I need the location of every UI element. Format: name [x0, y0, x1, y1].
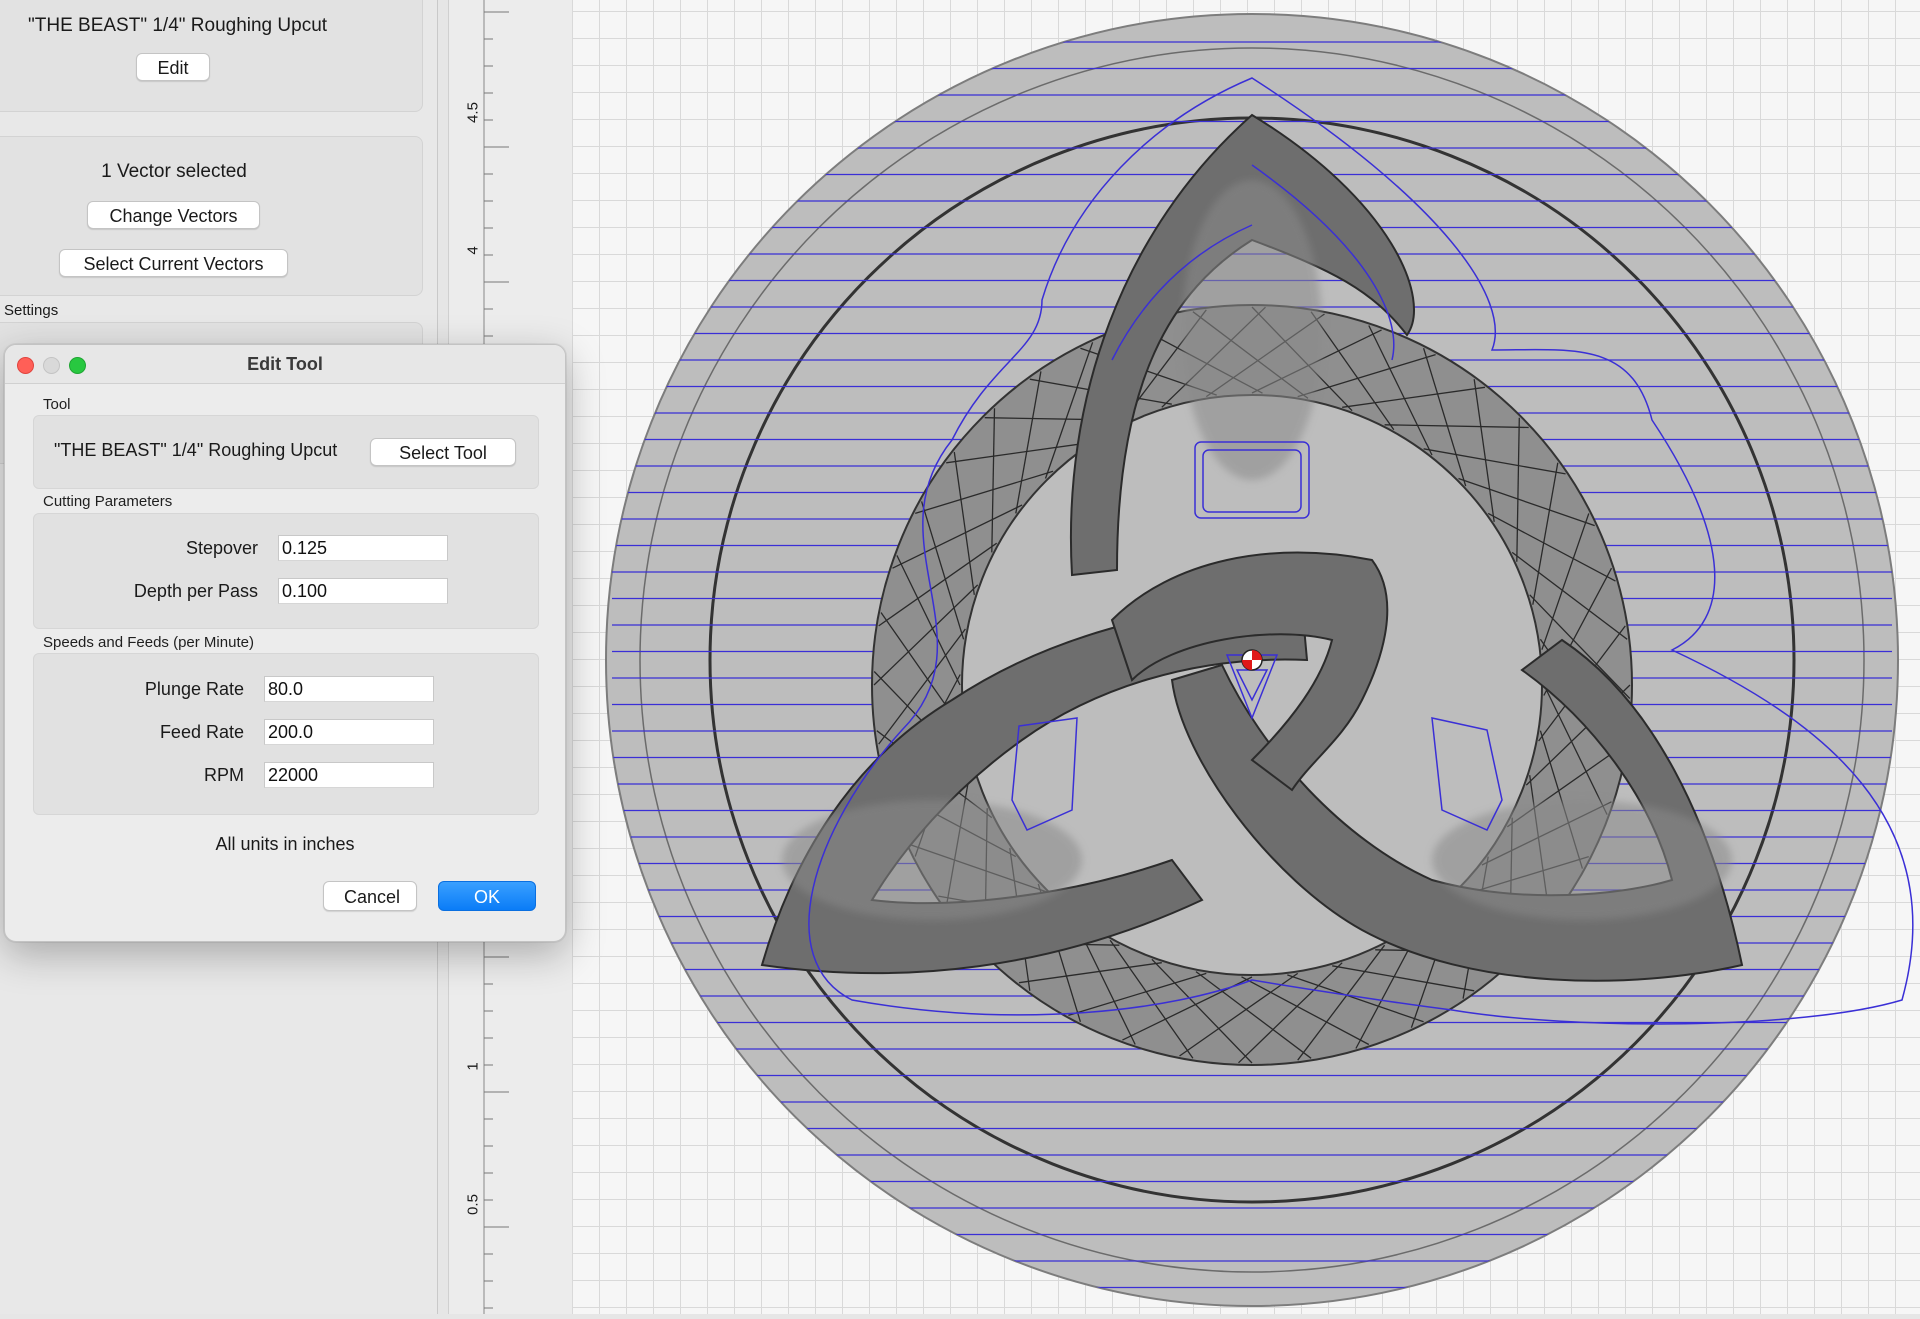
design-canvas[interactable]: [572, 0, 1920, 1314]
feed-rate-label: Feed Rate: [159, 722, 244, 742]
dialog-titlebar[interactable]: Edit Tool: [5, 345, 565, 384]
tool-group: "THE BEAST" 1/4" Roughing Upcut Edit: [0, 0, 423, 112]
depth-per-pass-label: Depth per Pass: [133, 581, 258, 601]
ruler-label-1: 1: [464, 1062, 482, 1071]
speeds-feeds-heading: Speeds and Feeds (per Minute): [43, 634, 254, 651]
cutting-parameters-heading: Cutting Parameters: [43, 493, 173, 510]
stepover-label: Stepover: [185, 538, 258, 558]
cancel-button[interactable]: Cancel: [323, 881, 417, 911]
units-note: All units in inches: [215, 834, 355, 854]
dialog-title: Edit Tool: [247, 354, 323, 374]
cutting-parameters-box: Stepover Depth per Pass: [33, 513, 539, 629]
settings-heading: Settings: [4, 302, 59, 319]
speeds-feeds-box: Plunge Rate Feed Rate RPM: [33, 653, 539, 815]
feed-rate-field[interactable]: [264, 719, 434, 745]
vector-selection-status: 1 Vector selected: [101, 161, 247, 182]
toolpath-preview[interactable]: [572, 0, 1920, 1314]
edit-tool-button[interactable]: Edit: [136, 53, 210, 81]
selected-tool-name: "THE BEAST" 1/4" Roughing Upcut: [54, 440, 338, 460]
ruler-label-4: 4: [464, 246, 482, 255]
depth-per-pass-field[interactable]: [278, 578, 448, 604]
plunge-rate-label: Plunge Rate: [144, 679, 244, 699]
select-current-vectors-button[interactable]: Select Current Vectors: [59, 249, 288, 277]
select-tool-button[interactable]: Select Tool: [370, 438, 516, 466]
sidebar-tool-name: "THE BEAST" 1/4" Roughing Upcut: [28, 15, 328, 36]
edit-tool-dialog: Edit Tool Tool "THE BEAST" 1/4" Roughing…: [4, 344, 566, 942]
ruler-label-0-5: 0.5: [464, 1194, 482, 1215]
tool-section-heading: Tool: [43, 396, 71, 413]
change-vectors-button[interactable]: Change Vectors: [87, 201, 260, 229]
rpm-field[interactable]: [264, 762, 434, 788]
plunge-rate-field[interactable]: [264, 676, 434, 702]
ruler-label-4-5: 4.5: [464, 102, 482, 123]
rpm-label: RPM: [204, 765, 244, 785]
ok-button[interactable]: OK: [438, 881, 536, 911]
stepover-field[interactable]: [278, 535, 448, 561]
tool-section-box: "THE BEAST" 1/4" Roughing Upcut Select T…: [33, 415, 539, 489]
vector-group: 1 Vector selected Change Vectors Select …: [0, 136, 423, 296]
origin-marker: [1241, 649, 1263, 671]
